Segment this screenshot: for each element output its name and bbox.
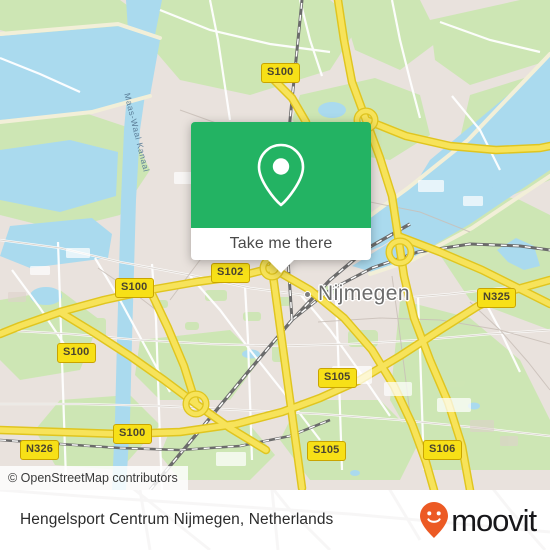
road-shield-s105-north[interactable]: S105: [318, 368, 357, 388]
osm-attribution[interactable]: © OpenStreetMap contributors: [0, 466, 188, 490]
moovit-smiley-pin-icon: [420, 502, 449, 538]
city-center-dot: [304, 291, 311, 298]
road-shield-s105-south[interactable]: S105: [307, 441, 346, 461]
road-shield-s100-south[interactable]: S100: [113, 424, 152, 444]
popup-pointer-tail: [268, 260, 294, 273]
map-pin-icon: [257, 143, 305, 207]
popup-action-bar[interactable]: Take me there: [191, 228, 371, 273]
popup-header: [191, 122, 371, 228]
moovit-logo[interactable]: moovit: [419, 501, 537, 539]
road-shield-s106[interactable]: S106: [423, 440, 462, 460]
road-shield-n325[interactable]: N325: [477, 288, 517, 308]
moovit-wordmark: moovit: [451, 502, 537, 538]
road-shield-s100-north[interactable]: S100: [261, 63, 300, 83]
take-me-there-label: Take me there: [229, 235, 333, 252]
road-shield-s100-southwest[interactable]: S100: [57, 343, 96, 363]
footer-bar: Hengelsport Centrum Nijmegen, Netherland…: [0, 490, 550, 550]
place-title: Hengelsport Centrum Nijmegen, Netherland…: [20, 511, 334, 528]
road-shield-s100-west[interactable]: S100: [115, 278, 154, 298]
road-shield-s102[interactable]: S102: [211, 263, 250, 283]
road-shield-n326[interactable]: N326: [20, 440, 60, 460]
map-canvas[interactable]: Maas-Waal Kanaal Nijmegen S100 S100 S102…: [0, 0, 550, 490]
destination-popup-card[interactable]: Take me there: [191, 122, 371, 273]
moovit-map-screenshot: Maas-Waal Kanaal Nijmegen S100 S100 S102…: [0, 0, 550, 550]
